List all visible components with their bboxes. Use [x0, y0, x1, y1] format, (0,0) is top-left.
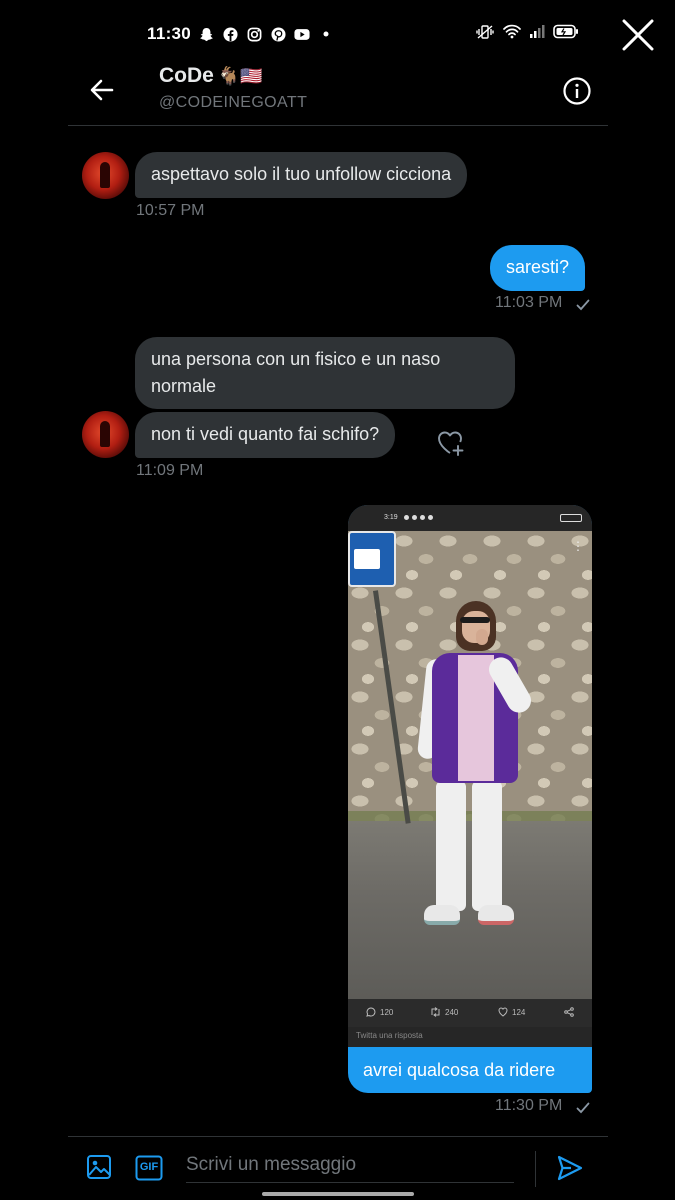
- read-check-icon: [576, 1101, 590, 1115]
- message-timestamp: 11:09 PM: [136, 462, 204, 479]
- home-indicator[interactable]: [262, 1192, 414, 1196]
- image-icon[interactable]: [86, 1154, 112, 1185]
- message-timestamp: 11:03 PM: [495, 294, 563, 311]
- screenshot-retweet-count: 240: [430, 1007, 458, 1017]
- contact-name-emojis: 🐐🇺🇸: [217, 65, 263, 86]
- message-bubble-outgoing[interactable]: saresti?: [490, 245, 586, 291]
- facebook-icon: [222, 26, 238, 42]
- message-bubble-incoming[interactable]: non ti vedi quanto fai schifo?: [135, 412, 396, 458]
- heart-icon: [498, 1007, 508, 1017]
- conversation-header: CoDe 🐐🇺🇸 @CODEINEGOATT: [68, 58, 608, 126]
- wifi-icon: [503, 24, 521, 44]
- screenshot-like-count: 124: [498, 1007, 525, 1017]
- contact-handle: @CODEINEGOATT: [159, 94, 308, 111]
- instagram-icon: [246, 26, 262, 42]
- pinterest-icon: [270, 26, 286, 42]
- retweet-icon: [431, 1007, 440, 1017]
- info-icon[interactable]: [562, 76, 592, 106]
- screenshot-reply-field: Twitta una risposta: [348, 1027, 592, 1047]
- message-composer: GIF: [68, 1136, 608, 1200]
- battery-icon: [553, 24, 579, 44]
- message-timestamp: 10:57 PM: [136, 202, 205, 219]
- avatar[interactable]: [82, 152, 129, 199]
- message-input[interactable]: [186, 1147, 514, 1183]
- snapchat-icon: [198, 26, 214, 42]
- image-message-caption: avrei qualcosa da ridere: [363, 1060, 556, 1080]
- screenshot-battery-icon: [560, 514, 582, 522]
- notification-icons: [198, 24, 334, 44]
- composer-divider: [535, 1151, 536, 1187]
- reply-icon: [366, 1007, 376, 1017]
- add-reaction-icon[interactable]: [436, 429, 466, 457]
- shared-screenshot-image[interactable]: 3:19 ⋮ 120 240 124 Twitta una risposta: [348, 505, 592, 1047]
- gif-button[interactable]: GIF: [135, 1155, 163, 1181]
- screenshot-notification-icons: [404, 515, 433, 520]
- contact-name-row[interactable]: CoDe 🐐🇺🇸: [159, 64, 263, 88]
- contact-name: CoDe: [159, 64, 214, 87]
- close-icon[interactable]: [619, 16, 657, 54]
- screenshot-time: 3:19: [384, 514, 398, 521]
- back-arrow-icon[interactable]: [88, 76, 116, 104]
- signal-icon: [529, 24, 545, 44]
- avatar[interactable]: [82, 411, 129, 458]
- status-time: 11:30: [147, 24, 192, 43]
- screenshot-reply-count: 120: [366, 1007, 393, 1017]
- dot-icon: [318, 26, 334, 42]
- message-bubble-incoming[interactable]: una persona con un fisico e un naso norm…: [135, 337, 515, 409]
- image-message[interactable]: 3:19 ⋮ 120 240 124 Twitta una risposta a…: [348, 505, 592, 1093]
- screenshot-status-bar: 3:19: [348, 505, 592, 531]
- system-icons: [475, 24, 579, 44]
- screenshot-tweet-actions: 120 240 124: [348, 999, 592, 1027]
- share-icon: [564, 1007, 574, 1017]
- more-icon: ⋮: [572, 539, 584, 553]
- road-sign: [348, 531, 396, 587]
- send-icon[interactable]: [556, 1154, 584, 1187]
- vibrate-icon: [475, 24, 495, 45]
- gif-label: GIF: [139, 1161, 159, 1173]
- youtube-icon: [294, 26, 310, 42]
- message-bubble-incoming[interactable]: aspettavo solo il tuo unfollow cicciona: [135, 152, 468, 198]
- message-timestamp: 11:30 PM: [495, 1097, 563, 1114]
- read-check-icon: [576, 298, 590, 312]
- status-bar: 11:30: [0, 0, 675, 66]
- photo-person-against-stone-wall: ⋮: [348, 531, 592, 999]
